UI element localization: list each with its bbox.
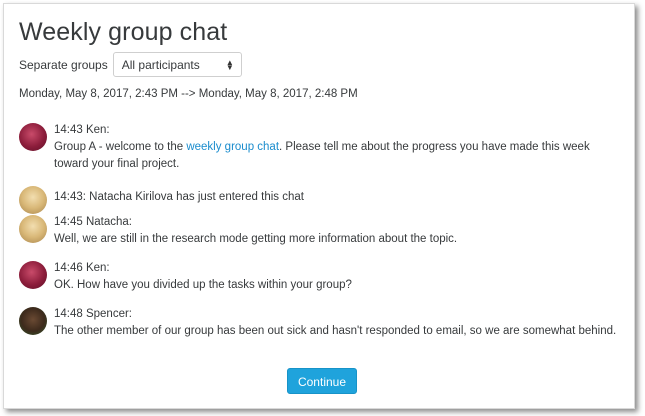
- message-header: 14:43: Natacha Kirilova has just entered…: [54, 191, 304, 203]
- chat-system-message: 14:43: Natacha Kirilova has just entered…: [19, 185, 304, 214]
- message-text-part: Group A - welcome to the: [54, 141, 187, 153]
- chat-message: 14:45 Natacha: Well, we are still in the…: [19, 214, 457, 248]
- chat-window: Weekly group chat Separate groups All pa…: [3, 3, 635, 409]
- message-header: 14:48 Spencer:: [54, 308, 133, 320]
- groups-label: Separate groups: [19, 57, 108, 72]
- avatar[interactable]: [19, 261, 47, 289]
- updown-arrows-icon: ▲ ▼: [225, 57, 234, 72]
- continue-button[interactable]: Continue: [287, 368, 357, 394]
- group-select[interactable]: All participants ▲ ▼: [112, 52, 242, 77]
- page-title: Weekly group chat: [19, 18, 228, 46]
- message-text: Well, we are still in the research mode …: [54, 233, 458, 245]
- message-header: 14:45 Natacha:: [54, 216, 133, 228]
- avatar[interactable]: [19, 123, 47, 151]
- chat-message: 14:46 Ken: OK. How have you divided up t…: [19, 260, 352, 294]
- message-header: 14:43 Ken:: [54, 124, 110, 136]
- chat-link[interactable]: weekly group chat: [186, 141, 279, 153]
- message-header: 14:46 Ken:: [54, 262, 110, 274]
- avatar[interactable]: [19, 186, 47, 214]
- chat-message: 14:43 Ken: Group A - welcome to the week…: [19, 122, 619, 173]
- chat-message: 14:48 Spencer: The other member of our g…: [19, 306, 616, 340]
- avatar[interactable]: [19, 215, 47, 243]
- group-selector-row: Separate groups All participants ▲ ▼: [19, 52, 242, 77]
- avatar[interactable]: [19, 307, 47, 335]
- session-date-range: Monday, May 8, 2017, 2:43 PM --> Monday,…: [19, 88, 358, 100]
- message-text: OK. How have you divided up the tasks wi…: [54, 279, 352, 291]
- group-select-value: All participants: [121, 57, 200, 72]
- message-text: The other member of our group has been o…: [54, 325, 617, 337]
- message-text: Group A - welcome to the weekly group ch…: [54, 139, 614, 173]
